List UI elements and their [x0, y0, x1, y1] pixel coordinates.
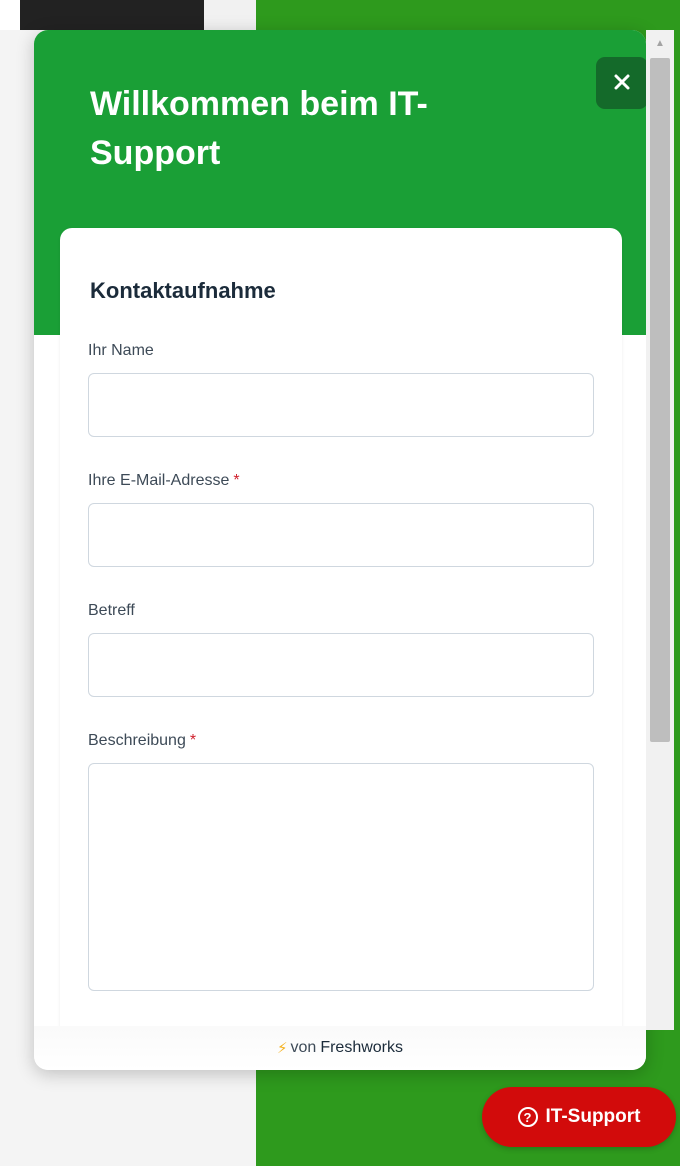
description-textarea[interactable] — [88, 763, 594, 991]
email-field-label: Ihre E-Mail-Adresse * — [88, 472, 240, 489]
lightning-bolt-icon: ⚡ — [276, 1040, 288, 1057]
widget-title: Willkommen beim IT-Support — [90, 85, 428, 172]
name-field-label: Ihr Name — [88, 342, 154, 359]
page-header-light-strip — [204, 0, 256, 30]
email-input[interactable] — [88, 503, 594, 567]
support-widget: Willkommen beim IT-Support Kontaktaufnah… — [34, 30, 646, 1070]
close-button[interactable] — [596, 57, 646, 109]
form-section-title: Kontaktaufnahme — [90, 278, 276, 303]
footer-prefix: von — [290, 1039, 317, 1056]
freshworks-link[interactable]: Freshworks — [320, 1039, 403, 1057]
scroll-up-arrow-icon[interactable]: ▲ — [650, 36, 670, 50]
description-field-label: Beschreibung * — [88, 732, 197, 749]
close-icon — [613, 73, 631, 94]
question-circle-icon: ? — [517, 1107, 538, 1127]
name-input[interactable] — [88, 373, 594, 437]
it-support-launcher-button[interactable]: ? IT-Support — [482, 1087, 676, 1147]
subject-input[interactable] — [88, 633, 594, 697]
required-marker: * — [233, 472, 240, 489]
page-header-dark-area — [20, 0, 204, 30]
widget-footer: ⚡ von Freshworks — [34, 1026, 646, 1070]
contact-form-card: Kontaktaufnahme Ihr Name Ihre E-Mail-Adr… — [60, 228, 622, 1048]
launcher-label: IT-Support — [545, 1106, 641, 1127]
required-marker: * — [189, 732, 197, 749]
subject-field-label: Betreff — [88, 602, 135, 619]
scrollbar-thumb[interactable] — [650, 58, 670, 742]
